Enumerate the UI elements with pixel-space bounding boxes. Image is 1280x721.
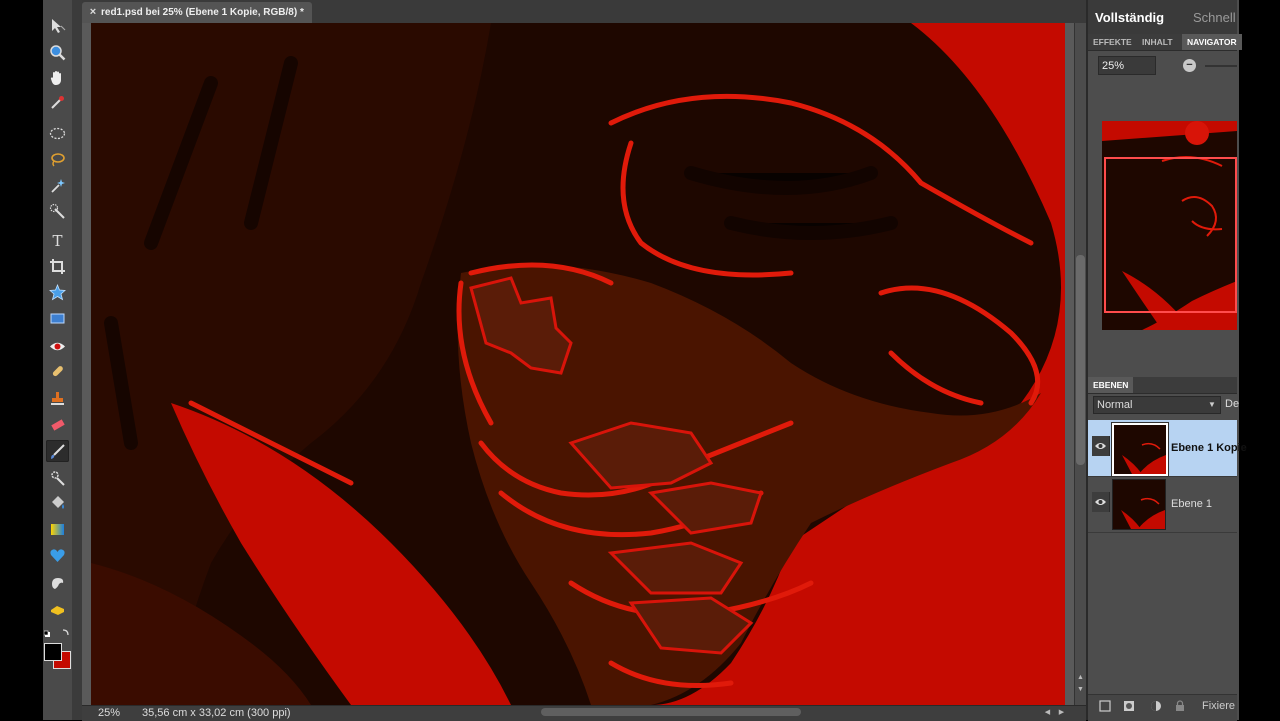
visibility-eye-icon[interactable] <box>1092 436 1110 456</box>
svg-text:T: T <box>52 232 62 249</box>
close-tab-icon[interactable]: × <box>86 5 100 19</box>
lock-icon[interactable] <box>1174 700 1186 712</box>
scroll-up-icon[interactable]: ▲ <box>1075 672 1086 683</box>
status-document-size: 35,56 cm x 33,02 cm (300 ppi) <box>142 707 291 719</box>
lock-label: Fixiere <box>1202 700 1236 712</box>
lasso-tool-icon[interactable] <box>46 148 69 170</box>
navigator-view-rectangle[interactable] <box>1104 157 1237 313</box>
brush-tool-icon[interactable] <box>46 440 69 462</box>
layers-panel-title[interactable]: EBENEN <box>1088 377 1134 393</box>
recompose-tool-icon[interactable] <box>46 307 69 329</box>
panel-bin <box>1086 0 1239 720</box>
mode-quick-button[interactable]: Schnell <box>1193 10 1236 25</box>
default-colors-icon[interactable] <box>43 628 71 638</box>
layer-row[interactable]: Ebene 1 Kopie <box>1088 420 1247 477</box>
blend-mode-select[interactable]: Normal <box>1093 396 1221 414</box>
toolbox-gutter <box>72 0 82 720</box>
scroll-left-icon[interactable]: ◀ <box>1042 707 1053 718</box>
document-tab[interactable]: × red1.psd bei 25% (Ebene 1 Kopie, RGB/8… <box>82 2 312 23</box>
zoom-out-icon[interactable]: − <box>1183 59 1196 72</box>
layer-name: Ebene 1 Kopie <box>1171 442 1247 454</box>
toolbox: T <box>43 0 73 720</box>
spot-healing-tool-icon[interactable] <box>46 360 69 382</box>
document-tab-title: red1.psd bei 25% (Ebene 1 Kopie, RGB/8) … <box>101 7 304 18</box>
red-eye-tool-icon[interactable] <box>46 335 69 357</box>
scroll-down-icon[interactable]: ▼ <box>1075 684 1086 695</box>
eraser-tool-icon[interactable] <box>46 414 69 436</box>
navigator-zoom-field[interactable]: 25% <box>1098 56 1156 75</box>
blur-tool-icon[interactable] <box>46 572 69 594</box>
quick-selection-tool-icon[interactable] <box>46 174 69 196</box>
tab-effects[interactable]: EFFEKTE <box>1088 34 1137 50</box>
hand-tool-icon[interactable] <box>46 66 69 88</box>
paint-bucket-tool-icon[interactable] <box>46 492 69 514</box>
move-tool-icon[interactable] <box>46 15 69 37</box>
tab-navigator[interactable]: NAVIGATOR <box>1182 34 1242 50</box>
chevron-down-icon[interactable]: ▼ <box>1208 400 1216 409</box>
sponge-tool-icon[interactable] <box>46 598 69 620</box>
new-layer-icon[interactable] <box>1099 700 1111 712</box>
mode-full-button[interactable]: Vollständig <box>1095 10 1164 25</box>
magic-wand-tool-icon[interactable] <box>46 200 69 222</box>
custom-shape-tool-icon[interactable] <box>46 281 69 303</box>
vertical-scroll-thumb[interactable] <box>1076 255 1085 465</box>
layer-row[interactable]: Ebene 1 <box>1088 476 1237 533</box>
layer-thumbnail <box>1112 479 1166 530</box>
foreground-color-swatch[interactable] <box>44 643 62 661</box>
visibility-eye-icon[interactable] <box>1092 492 1110 512</box>
adjustment-layer-icon[interactable] <box>1150 700 1162 712</box>
eyedropper-tool-icon[interactable] <box>46 91 69 113</box>
status-zoom[interactable]: 25% <box>88 705 130 720</box>
clone-stamp-tool-icon[interactable] <box>46 387 69 409</box>
layer-mask-icon[interactable] <box>1123 700 1135 712</box>
marquee-tool-icon[interactable] <box>46 122 69 144</box>
zoom-tool-icon[interactable] <box>46 41 69 63</box>
painting <box>91 23 1065 705</box>
layer-name: Ebene 1 <box>1171 498 1212 510</box>
smart-brush-tool-icon[interactable] <box>46 466 69 488</box>
navigator-zoom-slider[interactable] <box>1205 65 1237 67</box>
scroll-right-icon[interactable]: ▶ <box>1056 707 1067 718</box>
tab-content[interactable]: INHALT <box>1137 34 1178 50</box>
horizontal-scroll-thumb[interactable] <box>541 708 801 716</box>
gradient-tool-icon[interactable] <box>46 518 69 540</box>
layer-thumbnail <box>1112 423 1168 476</box>
image-canvas[interactable] <box>91 23 1065 705</box>
shape-tool-icon[interactable] <box>46 544 69 566</box>
type-tool-icon[interactable]: T <box>46 229 69 251</box>
crop-tool-icon[interactable] <box>46 255 69 277</box>
opacity-label: De <box>1225 398 1240 410</box>
